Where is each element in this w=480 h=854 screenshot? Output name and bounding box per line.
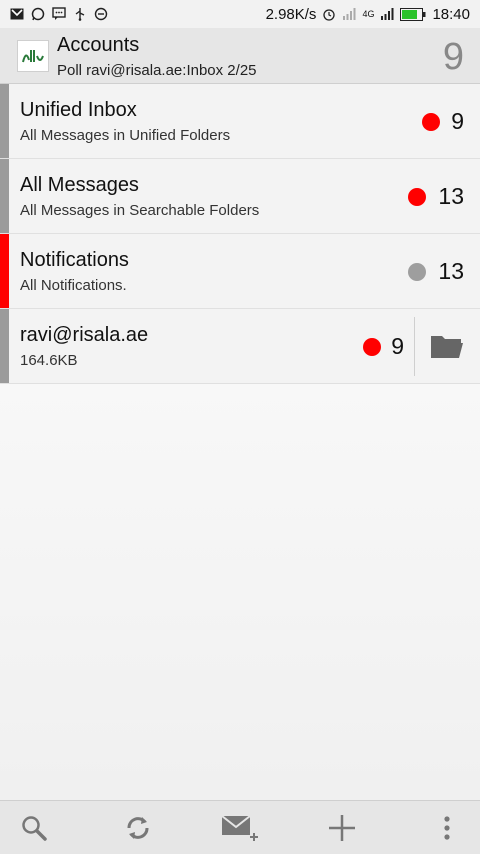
clock: 18:40 <box>432 5 470 23</box>
accounts-header: Accounts Poll ravi@risala.ae:Inbox 2/25 … <box>0 28 480 84</box>
poll-status: Poll ravi@risala.ae:Inbox 2/25 <box>57 62 257 79</box>
status-bar: 2.98K/s 4G 18:40 <box>0 0 480 28</box>
account-row-ravi[interactable]: ravi@risala.ae 164.6KB 9 <box>0 309 480 384</box>
unread-count: 9 <box>391 333 404 359</box>
unified-inbox-row[interactable]: Unified Inbox All Messages in Unified Fo… <box>0 84 480 159</box>
search-icon[interactable] <box>19 813 49 843</box>
account-email: ravi@risala.ae <box>20 324 149 346</box>
notifications-row[interactable]: Notifications All Notifications. 13 <box>0 234 480 309</box>
row-title: All Messages <box>20 174 139 196</box>
compose-icon[interactable] <box>221 813 261 843</box>
usb-icon <box>73 7 87 21</box>
row-title: Unified Inbox <box>20 99 137 121</box>
minus-circle-icon <box>94 7 108 21</box>
signal-weak-icon <box>342 7 356 21</box>
add-icon[interactable] <box>327 813 357 843</box>
row-title: Notifications <box>20 249 129 271</box>
unread-count: 9 <box>451 108 464 134</box>
account-size: 164.6KB <box>20 352 78 369</box>
row-color-bar <box>0 159 9 233</box>
gmail-icon <box>10 7 24 21</box>
folder-icon[interactable] <box>430 333 464 359</box>
network-speed: 2.98K/s <box>265 5 317 23</box>
row-divider <box>414 317 415 376</box>
page-title: Accounts <box>57 34 140 56</box>
unread-count: 13 <box>438 183 464 209</box>
row-color-bar <box>0 84 9 158</box>
battery-icon <box>400 7 426 21</box>
unread-dot <box>422 113 440 131</box>
unread-dot <box>408 263 426 281</box>
status-left-icons <box>10 7 108 21</box>
whatsapp-icon <box>31 7 45 21</box>
unread-count: 13 <box>438 258 464 284</box>
unread-dot <box>408 188 426 206</box>
network-type: 4G <box>362 9 375 19</box>
row-subtitle: All Messages in Unified Folders <box>20 127 231 144</box>
account-list: Unified Inbox All Messages in Unified Fo… <box>0 84 480 384</box>
more-icon[interactable] <box>432 813 462 843</box>
row-subtitle: All Notifications. <box>20 277 127 294</box>
unread-dot <box>363 338 381 356</box>
message-icon <box>52 7 66 21</box>
total-unread-count: 9 <box>442 36 464 78</box>
status-right: 2.98K/s 4G 18:40 <box>266 6 470 23</box>
row-subtitle: All Messages in Searchable Folders <box>20 202 260 219</box>
all-messages-row[interactable]: All Messages All Messages in Searchable … <box>0 159 480 234</box>
alarm-icon <box>322 7 336 21</box>
signal-icon <box>380 7 394 21</box>
app-logo <box>17 40 49 72</box>
refresh-icon[interactable] <box>123 813 153 843</box>
row-color-bar <box>0 309 9 383</box>
row-color-bar <box>0 234 9 308</box>
bottom-toolbar <box>0 800 480 854</box>
